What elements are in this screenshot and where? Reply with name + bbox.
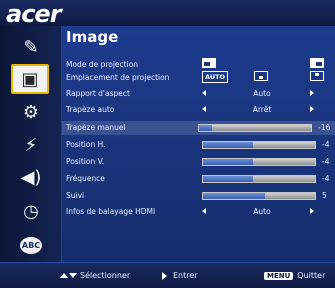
frequence-slider[interactable]	[202, 175, 316, 183]
panel-title: Image	[66, 28, 119, 46]
right-arrow-icon	[162, 271, 167, 280]
ceiling-mount-icon[interactable]	[310, 71, 324, 81]
acer-logo: acer	[6, 0, 62, 28]
decrease-arrow-icon[interactable]	[202, 208, 206, 214]
category-sidebar: ✎ ▣ ⚙ ⚡ ◀) ◷ ABC	[0, 26, 62, 262]
projector-osd: acer ✎ ▣ ⚙ ⚡ ◀) ◷ ABC Image Mode de proj…	[0, 0, 335, 288]
row-label: Fréquence	[66, 174, 105, 183]
row-position-v[interactable]: Position V. -4	[66, 155, 335, 169]
select-hint-label: Sélectionner	[80, 271, 131, 280]
slider-fill	[203, 142, 254, 148]
slider-value: -4	[322, 157, 330, 166]
enter-hint-label: Entrer	[173, 271, 198, 280]
quit-hint: MENU Quitter	[264, 271, 325, 280]
row-trapeze-manuel[interactable]: Trapèze manuel -16	[62, 121, 335, 135]
row-label: Position H.	[66, 140, 106, 149]
front-projection-icon[interactable]	[202, 58, 216, 68]
increase-arrow-icon[interactable]	[310, 90, 314, 96]
row-label: Suivi	[66, 191, 85, 200]
desk-mount-icon[interactable]	[254, 71, 268, 81]
suivi-slider[interactable]	[202, 192, 316, 200]
row-label: Trapèze manuel	[66, 123, 126, 132]
select-hint: Sélectionner	[60, 271, 130, 280]
row-mode-projection[interactable]: Mode de projection	[66, 58, 335, 72]
image-icon[interactable]: ▣	[11, 64, 49, 94]
row-label: Mode de projection	[66, 60, 139, 69]
footer-bar: Sélectionner Entrer MENU Quitter	[0, 262, 335, 288]
row-trapeze-auto[interactable]: Trapèze auto Arrêt	[66, 103, 335, 117]
slider-fill	[199, 125, 213, 131]
row-label: Position V.	[66, 157, 105, 166]
image-settings-panel: Image Mode de projection Emplacement de …	[62, 26, 335, 262]
slider-value: -4	[322, 174, 330, 183]
slider-value: -4	[322, 140, 330, 149]
decrease-arrow-icon[interactable]	[202, 90, 206, 96]
enter-hint: Entrer	[162, 271, 198, 280]
slider-fill	[203, 159, 254, 165]
position-v-slider[interactable]	[202, 158, 316, 166]
rear-projection-icon[interactable]	[310, 58, 324, 68]
down-arrow-icon	[69, 273, 77, 278]
row-emplacement-projection[interactable]: Emplacement de projection AUTO	[66, 71, 335, 85]
row-label: Infos de balayage HDMI	[66, 207, 156, 216]
audio-icon[interactable]: ◀)	[16, 164, 46, 190]
row-rapport-aspect[interactable]: Rapport d'aspect Auto	[66, 87, 335, 101]
row-value: Auto	[253, 89, 271, 98]
row-label: Rapport d'aspect	[66, 89, 130, 98]
row-frequence[interactable]: Fréquence -4	[66, 172, 335, 186]
row-suivi[interactable]: Suivi 5	[66, 189, 335, 203]
slider-value: 5	[322, 191, 327, 200]
color-icon[interactable]: ✎	[16, 34, 46, 60]
slider-fill	[203, 176, 254, 182]
row-label: Emplacement de projection	[66, 73, 170, 82]
menu-key-icon[interactable]: MENU	[264, 272, 294, 280]
position-h-slider[interactable]	[202, 141, 316, 149]
header-bar: acer	[0, 0, 335, 28]
language-icon[interactable]: ABC	[16, 232, 46, 258]
slider-fill	[203, 193, 265, 199]
management-icon[interactable]: ⚡	[16, 132, 46, 158]
row-position-h[interactable]: Position H. -4	[66, 138, 335, 152]
quit-hint-label: Quitter	[297, 271, 326, 280]
row-value: Auto	[253, 207, 271, 216]
decrease-arrow-icon[interactable]	[202, 106, 206, 112]
increase-arrow-icon[interactable]	[310, 106, 314, 112]
settings-icon[interactable]: ⚙	[16, 99, 46, 125]
row-infos-balayage-hdmi[interactable]: Infos de balayage HDMI Auto	[66, 205, 335, 219]
timer-icon[interactable]: ◷	[16, 198, 46, 224]
up-arrow-icon	[60, 273, 68, 278]
row-label: Trapèze auto	[66, 105, 115, 114]
trapeze-slider[interactable]	[198, 124, 312, 132]
increase-arrow-icon[interactable]	[310, 208, 314, 214]
auto-location-icon[interactable]: AUTO	[202, 71, 229, 83]
slider-value: -16	[318, 123, 331, 132]
row-value: Arrêt	[252, 105, 272, 114]
